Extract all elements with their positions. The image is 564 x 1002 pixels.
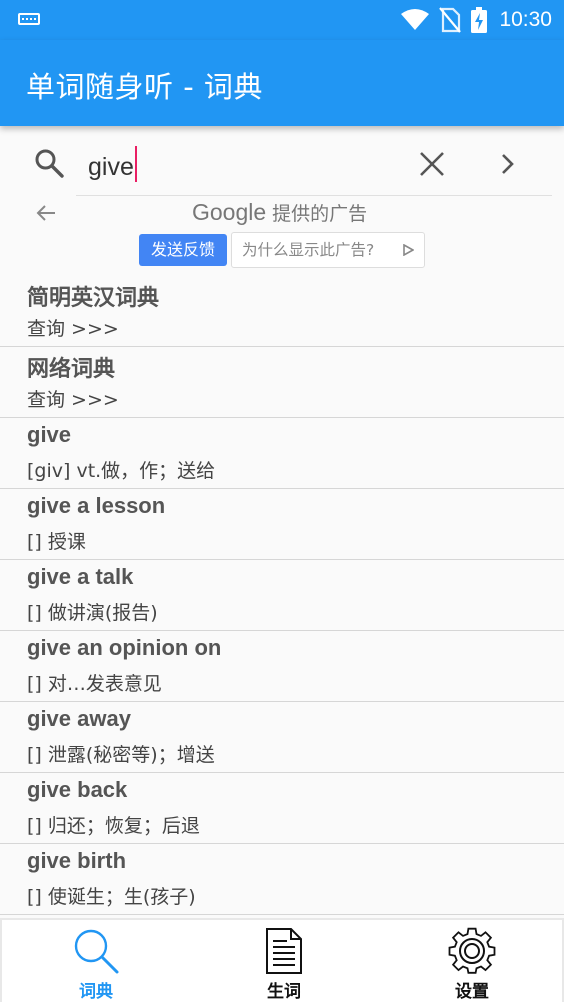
list-item[interactable]: give a talk [] 做讲演(报告)	[0, 560, 564, 631]
adchoices-icon	[403, 244, 414, 256]
search-query-text: give	[88, 153, 134, 181]
ad-banner: Google 提供的广告 发送反馈 为什么显示此广告?	[0, 196, 564, 274]
item-definition: [] 归还；恢复；后退	[27, 815, 200, 837]
list-item[interactable]: give [giv] vt.做，作；送给	[0, 418, 564, 489]
results-list: 简明英汉词典 查询 >>> 网络词典 查询 >>> give [giv] vt.做，作…	[0, 276, 564, 915]
item-word: give back	[27, 777, 128, 802]
list-item[interactable]: 简明英汉词典 查询 >>>	[0, 276, 564, 347]
item-word: give a lesson	[27, 493, 166, 518]
item-word: 简明英汉词典	[27, 285, 160, 310]
ad-attribution-suffix: 提供的广告	[272, 204, 368, 225]
list-item[interactable]: give a lesson [] 授课	[0, 489, 564, 560]
item-definition: [giv] vt.做，作；送给	[27, 460, 216, 482]
arrow-left-icon[interactable]	[36, 204, 56, 222]
status-time: 10:30	[499, 8, 552, 31]
item-word: give birth	[27, 848, 127, 873]
nav-dictionary-label: 词典	[79, 982, 113, 1002]
list-item[interactable]: give away [] 泄露(秘密等)；增送	[0, 702, 564, 773]
keyboard-icon	[18, 13, 40, 25]
clear-icon[interactable]	[418, 150, 446, 178]
chevron-right-icon[interactable]	[498, 150, 518, 178]
nav-vocabulary[interactable]: 生词	[190, 920, 378, 1002]
list-item[interactable]: give birth [] 使诞生；生(孩子)	[0, 844, 564, 915]
item-definition: [] 对…发表意见	[27, 673, 162, 695]
list-item[interactable]: 网络词典查询 >>>	[0, 347, 564, 418]
search-icon[interactable]	[34, 148, 64, 178]
list-item[interactable]: give an opinion on [] 对…发表意见	[0, 631, 564, 702]
app-bar: 单词随身听 - 词典	[0, 40, 564, 126]
send-feedback-button[interactable]: 发送反馈	[139, 234, 227, 266]
battery-charging-icon	[471, 7, 488, 33]
list-item[interactable]: give back [] 归还；恢复；后退	[0, 773, 564, 844]
nav-vocabulary-label: 生词	[267, 982, 301, 1002]
no-sim-icon	[439, 7, 462, 33]
item-definition: 查询 >>>	[27, 389, 119, 411]
nav-settings[interactable]: 设置	[378, 920, 564, 1002]
google-brand: Google	[192, 199, 267, 225]
item-definition: [] 做讲演(报告)	[27, 602, 158, 624]
text-caret	[134, 146, 137, 182]
document-icon	[266, 928, 302, 974]
item-word: give an opinion on	[27, 635, 222, 660]
ad-attribution: Google 提供的广告	[192, 199, 367, 226]
item-word: give away	[27, 706, 131, 731]
page-title: 单词随身听 - 词典	[26, 70, 263, 104]
nav-settings-label: 设置	[455, 982, 489, 1002]
bottom-navigation: 词典 生词 设置	[0, 918, 564, 1002]
search-input[interactable]: give	[88, 146, 137, 182]
item-word: give	[27, 422, 72, 447]
status-bar: 10:30	[0, 0, 564, 40]
item-definition: [] 使诞生；生(孩子)	[27, 886, 196, 908]
item-word: give a talk	[27, 564, 134, 589]
search-bar: give	[0, 126, 564, 196]
wifi-icon	[401, 9, 430, 30]
why-this-ad-label: 为什么显示此广告?	[242, 241, 375, 259]
item-definition: [] 泄露(秘密等)；增送	[27, 744, 215, 766]
item-definition: 查询 >>>	[27, 318, 119, 340]
why-this-ad-button[interactable]: 为什么显示此广告?	[231, 232, 425, 268]
gear-icon	[448, 927, 496, 974]
nav-dictionary[interactable]: 词典	[2, 920, 190, 1002]
item-definition: [] 授课	[27, 531, 86, 553]
item-word: 网络词典	[27, 356, 116, 381]
magnifier-icon	[74, 929, 119, 974]
